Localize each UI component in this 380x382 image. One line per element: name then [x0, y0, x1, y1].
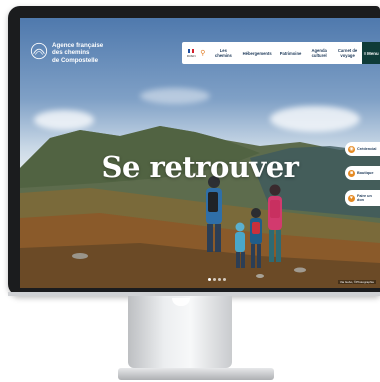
logo-line: de Compostelle	[52, 56, 99, 64]
flag-icon	[188, 48, 195, 53]
language-switcher[interactable]: FR/EN	[185, 48, 197, 58]
logo-line: des chemins	[52, 49, 90, 57]
carousel-dot[interactable]	[223, 278, 226, 281]
carousel-dot[interactable]	[208, 278, 211, 281]
monitor-foot	[118, 368, 274, 380]
main-navbar: FR/EN ⚲ Les chemins Hébergements Patrimo…	[182, 42, 380, 64]
language-label: FR/EN	[186, 53, 196, 58]
monitor-frame: Agence française des chemins de Composte…	[8, 6, 380, 296]
credencial-label: Crédencial	[357, 146, 377, 151]
donate-icon: ♥	[348, 194, 355, 202]
logo-line: Agence française	[52, 42, 104, 49]
credential-icon: ◉	[348, 145, 355, 153]
menu-label: Menu	[367, 50, 379, 56]
logo-shell-icon	[30, 42, 48, 60]
monitor-screen: Agence française des chemins de Composte…	[20, 18, 380, 288]
photo-credit: Via Gebo, ©Photographie	[337, 280, 376, 284]
nav-item-hebergements[interactable]: Hébergements	[239, 51, 276, 56]
nav-item-patrimoine[interactable]: Patrimoine	[276, 51, 306, 56]
search-icon[interactable]: ⚲	[197, 49, 208, 57]
hamburger-icon: ≡	[363, 50, 367, 56]
carousel-dot[interactable]	[213, 278, 216, 281]
nav-item-agenda-culturel[interactable]: Agenda culturel	[305, 48, 333, 58]
site-logo[interactable]: Agence française des chemins de Composte…	[30, 42, 122, 64]
shop-icon: ■	[348, 169, 355, 177]
carousel-dots	[208, 278, 226, 281]
nav-item-les-chemins[interactable]: Les chemins	[208, 48, 239, 58]
nav-item-carnet-de-voyage[interactable]: Carnet de voyage	[333, 48, 362, 58]
menu-button[interactable]: ≡ Menu	[362, 42, 380, 64]
hero-title: Se retrouver	[101, 150, 299, 184]
logo-text: Agence française des chemins de Composte…	[52, 42, 122, 64]
carousel-dot[interactable]	[218, 278, 221, 281]
credencial-button[interactable]: ◉ Crédencial	[345, 142, 380, 156]
boutique-label: Boutique	[357, 170, 374, 175]
donate-label: Faire un don	[357, 193, 372, 202]
boutique-button[interactable]: ■ Boutique	[345, 166, 380, 180]
monitor-stand	[128, 296, 232, 368]
donate-button[interactable]: ♥ Faire un don	[345, 190, 380, 206]
